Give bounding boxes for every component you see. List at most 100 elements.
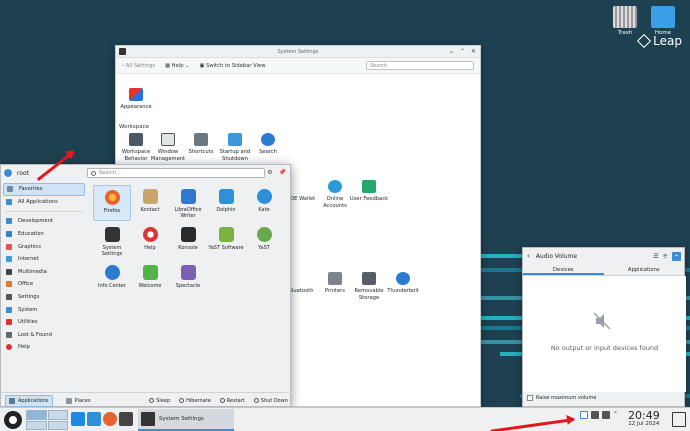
category-label: Graphics	[18, 243, 41, 250]
restart-button[interactable]: Restart	[219, 398, 245, 404]
trash-icon	[613, 6, 637, 28]
category-development[interactable]: Development	[3, 215, 85, 228]
app-yast[interactable]: YaST	[245, 223, 283, 251]
category-label: Favorites	[19, 186, 43, 193]
audio-header-actions: ☰ ⚟ ⌖	[653, 251, 681, 261]
category-lost-found[interactable]: Lost & Found	[3, 329, 85, 342]
pin-icon[interactable]: ⌖	[672, 251, 681, 261]
settings-item-label: Startup and Shutdown	[219, 149, 251, 162]
category-utilities[interactable]: Utilities	[3, 316, 85, 329]
category-label: Lost & Found	[18, 331, 52, 338]
virtual-desktop-pager[interactable]	[26, 410, 68, 430]
settings-item-search[interactable]: Search	[248, 133, 288, 156]
internet-icon	[6, 256, 12, 263]
office-icon	[6, 281, 12, 288]
menu-icon[interactable]: ☰	[653, 253, 658, 260]
app-system-settings[interactable]: System Settings	[93, 223, 131, 258]
dolphin-taskbar-icon[interactable]	[87, 412, 101, 426]
maximize-icon[interactable]: ⌃	[460, 48, 465, 55]
all-applications-icon	[6, 198, 12, 205]
tab-applications[interactable]: Applications	[604, 264, 685, 275]
app-kate[interactable]: Kate	[245, 185, 283, 213]
pin-icon[interactable]: 📌	[279, 169, 286, 176]
clipboard-tray-icon[interactable]	[591, 411, 599, 419]
tab-applications[interactable]: Applications	[5, 394, 53, 407]
shutdown-label: Shut Down	[260, 397, 288, 404]
app-label: Dolphin	[216, 207, 236, 213]
system-tray: ⌃	[580, 411, 618, 419]
digital-clock[interactable]: 20:49 12 Jul 2024	[628, 410, 660, 427]
avatar[interactable]	[3, 168, 13, 178]
category-favorites[interactable]: Favorites	[3, 183, 85, 196]
minimize-icon[interactable]: ⌄	[449, 48, 454, 55]
app-dolphin[interactable]: Dolphin	[207, 185, 245, 213]
back-icon[interactable]: ‹	[527, 252, 530, 260]
app-spectacle[interactable]: Spectacle	[169, 261, 207, 289]
app-libreoffice-writer[interactable]: LibreOffice Writer	[169, 185, 207, 220]
category-label: Settings	[18, 294, 40, 301]
pager-desktop[interactable]	[26, 420, 47, 430]
display-tray-icon[interactable]	[602, 411, 610, 419]
category-multimedia[interactable]: Multimedia	[3, 266, 85, 279]
app-info-center[interactable]: Info Center	[93, 261, 131, 289]
all-settings-label: All Settings	[125, 62, 156, 69]
sleep-icon	[149, 398, 155, 403]
development-icon	[6, 218, 12, 225]
settings-taskbar-icon[interactable]	[119, 412, 133, 426]
app-welcome[interactable]: Welcome	[131, 261, 169, 289]
tab-devices[interactable]: Devices	[523, 264, 604, 275]
firefox-taskbar-icon[interactable]	[103, 412, 117, 426]
sleep-button[interactable]: Sleep	[149, 398, 170, 404]
desktop-icon-home[interactable]: Home	[646, 6, 680, 36]
tray-expand-icon[interactable]: ⌃	[613, 411, 618, 419]
desktop-icon-trash[interactable]: Trash	[608, 6, 642, 36]
raise-max-volume-checkbox[interactable]	[527, 395, 533, 401]
graphics-icon	[6, 243, 12, 250]
discover-icon[interactable]	[71, 412, 85, 426]
system-settings-task-icon	[141, 412, 155, 426]
education-icon	[6, 231, 12, 238]
category-settings[interactable]: Settings	[3, 291, 85, 304]
pager-desktop[interactable]	[47, 410, 68, 420]
settings-search-input[interactable]: Search	[366, 61, 474, 70]
settings-titlebar[interactable]: System Settings ⌄ ⌃ ✕	[116, 46, 480, 58]
app-kontact[interactable]: Kontact	[131, 185, 169, 213]
app-label: Help	[144, 245, 156, 251]
settings-window-title: System Settings	[277, 48, 319, 55]
category-office[interactable]: Office	[3, 278, 85, 291]
category-help[interactable]: Help	[3, 341, 85, 354]
show-desktop-button[interactable]	[672, 412, 686, 427]
tab-places[interactable]: Places	[63, 396, 94, 406]
shutdown-button[interactable]: Shut Down	[253, 397, 288, 404]
application-launcher-button[interactable]	[4, 411, 22, 429]
category-education[interactable]: Education	[3, 228, 85, 241]
app-firefox[interactable]: Firefox	[93, 185, 131, 221]
category-internet[interactable]: Internet	[3, 253, 85, 266]
pager-desktop[interactable]	[47, 420, 68, 430]
app-konsole[interactable]: Konsole	[169, 223, 207, 251]
sidebar-view-button[interactable]: ▣ Switch to Sidebar View	[199, 63, 265, 69]
settings-item-label: Window Management	[150, 149, 186, 162]
raise-max-volume-option[interactable]: Raise maximum volume	[527, 395, 596, 401]
search-icon	[261, 133, 275, 146]
launcher-search-input[interactable]: Search...	[87, 168, 265, 178]
category-system[interactable]: System	[3, 303, 85, 316]
category-graphics[interactable]: Graphics	[3, 240, 85, 253]
hibernate-button[interactable]: Hibernate	[179, 398, 211, 404]
settings-item-label: KDE Wallet	[286, 196, 316, 202]
app-yast-software[interactable]: YaST Software	[207, 223, 245, 251]
all-settings-button[interactable]: ‹ All Settings	[122, 63, 155, 69]
configure-icon[interactable]: ⚙	[267, 169, 272, 176]
spectacle-icon	[180, 265, 196, 280]
settings-item-thunderbolt[interactable]: Thunderbolt	[383, 272, 423, 295]
pager-desktop[interactable]	[26, 410, 47, 420]
category-all-applications[interactable]: All Applications	[3, 196, 85, 209]
help-menu-button[interactable]: ▦ Help ⌄	[165, 63, 189, 69]
settings-item-user-feedback[interactable]: User Feedback	[349, 180, 389, 203]
settings-item-appearance[interactable]: Appearance	[116, 88, 156, 111]
app-help[interactable]: Help	[131, 223, 169, 251]
audio-muted-tray-icon[interactable]	[580, 411, 588, 419]
task-system-settings[interactable]: System Settings	[138, 409, 234, 431]
close-icon[interactable]: ✕	[471, 48, 476, 55]
configure-icon[interactable]: ⚟	[663, 253, 668, 260]
